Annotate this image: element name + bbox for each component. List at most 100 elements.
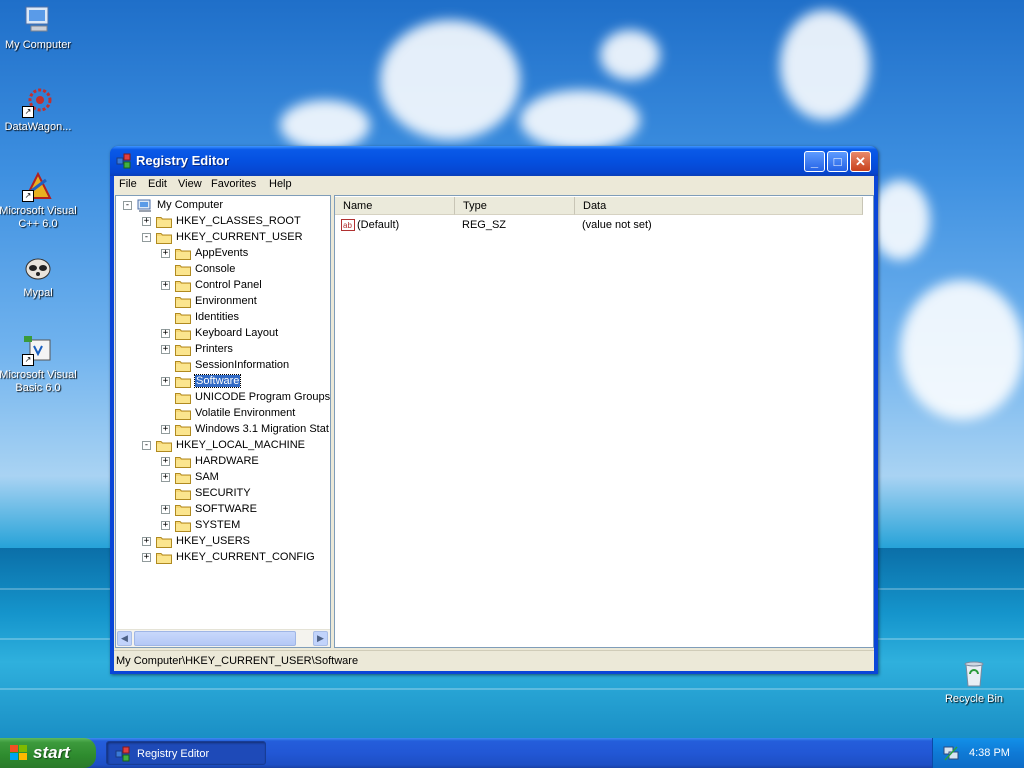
menu-edit[interactable]: Edit (148, 178, 167, 190)
menu-file[interactable]: File (119, 178, 137, 190)
folder-icon (156, 231, 172, 244)
window-title: Registry Editor (136, 153, 230, 168)
tree-item-label: HARDWARE (195, 455, 259, 467)
folder-icon (156, 215, 172, 228)
folder-icon (175, 391, 191, 404)
menu-help[interactable]: Help (269, 178, 292, 190)
folder-icon (175, 487, 191, 500)
folder-icon (175, 343, 191, 356)
minimize-button[interactable]: _ (804, 151, 825, 172)
start-button[interactable]: start (0, 738, 96, 768)
expand-icon[interactable]: + (142, 553, 151, 562)
tree-item-label: My Computer (157, 199, 224, 211)
column-header-data[interactable]: Data (575, 197, 863, 215)
desktop-icon-datawagon[interactable]: ↗ DataWagon... (0, 86, 78, 134)
desktop-icon-my-computer[interactable]: My Computer (0, 4, 78, 52)
tree-item-label: HKEY_CURRENT_CONFIG (176, 551, 315, 563)
recycle-bin-icon (958, 658, 990, 690)
svg-text:ab: ab (343, 221, 352, 230)
menu-favorites[interactable]: Favorites (211, 178, 256, 190)
desktop-icon-label: DataWagon... (4, 121, 72, 133)
desktop-icon-recycle-bin[interactable]: Recycle Bin (934, 658, 1014, 706)
windows-logo-icon (10, 745, 28, 762)
expand-icon[interactable]: + (161, 425, 170, 434)
folder-icon (175, 471, 191, 484)
tree-item-label: Environment (195, 295, 257, 307)
tree-item-label: HKEY_LOCAL_MACHINE (176, 439, 305, 451)
clock[interactable]: 4:38 PM (969, 747, 1010, 759)
title-bar[interactable]: Registry Editor _ □ ✕ (110, 146, 878, 176)
network-icon[interactable] (943, 745, 959, 764)
close-button[interactable]: ✕ (850, 151, 871, 172)
taskbar: start Registry Editor 4:38 PM (0, 738, 1024, 768)
expand-icon[interactable]: + (142, 217, 151, 226)
computer-icon (137, 199, 153, 212)
window-body: File Edit View Favorites Help - My Comput… (114, 176, 874, 671)
expand-icon[interactable]: + (142, 537, 151, 546)
tree-item-label: SessionInformation (195, 359, 290, 371)
folder-icon (175, 359, 191, 372)
expand-icon[interactable]: + (161, 457, 170, 466)
expand-icon[interactable]: + (161, 329, 170, 338)
menu-view[interactable]: View (178, 178, 202, 190)
desktop-icon-visual-cpp[interactable]: ↗ Microsoft Visual C++ 6.0 (0, 170, 78, 231)
collapse-icon[interactable]: - (123, 201, 132, 210)
folder-icon (175, 263, 191, 276)
datawagon-icon: ↗ (22, 86, 54, 118)
maximize-icon: □ (833, 154, 842, 169)
status-path: My Computer\HKEY_CURRENT_USER\Software (116, 655, 359, 667)
desktop-icon-visual-basic[interactable]: ↗ Microsoft Visual Basic 6.0 (0, 334, 78, 395)
menu-bar: File Edit View Favorites Help (114, 176, 874, 194)
folder-icon (175, 455, 191, 468)
mypal-icon (22, 252, 54, 284)
maximize-button[interactable]: □ (827, 151, 848, 172)
expand-icon[interactable]: + (161, 281, 170, 290)
tree-item-label: Software (193, 374, 242, 388)
expand-icon[interactable]: + (161, 505, 170, 514)
expand-icon[interactable]: + (161, 249, 170, 258)
registry-editor-icon (115, 746, 131, 765)
folder-icon (175, 503, 191, 516)
folder-icon (175, 519, 191, 532)
tree-item-label: Volatile Environment (195, 407, 296, 419)
tree-item-label: HKEY_USERS (176, 535, 250, 547)
visual-cpp-icon: ↗ (22, 170, 54, 202)
column-header-type[interactable]: Type (455, 197, 575, 215)
visual-basic-icon: ↗ (22, 334, 54, 366)
tree-item-label: Identities (195, 311, 240, 323)
scroll-right-button[interactable]: ▶ (313, 631, 328, 646)
desktop-icon-label: Microsoft Visual C++ 6.0 (0, 205, 77, 230)
expand-icon[interactable]: + (161, 521, 170, 530)
arrow-left-icon: ◀ (121, 633, 128, 643)
tree-item-label: AppEvents (195, 247, 249, 259)
folder-icon (175, 327, 191, 340)
column-header-name[interactable]: Name (335, 197, 455, 215)
tree-item-label: Console (195, 263, 236, 275)
folder-icon (156, 551, 172, 564)
desktop-icon-mypal[interactable]: Mypal (0, 252, 78, 300)
string-value-icon: ab (341, 219, 355, 234)
folder-icon (175, 295, 191, 308)
value-name: (Default) (357, 219, 400, 231)
my-computer-icon (22, 4, 54, 36)
expand-icon[interactable]: + (161, 473, 170, 482)
folder-icon (175, 423, 191, 436)
scroll-left-button[interactable]: ◀ (117, 631, 132, 646)
values-list[interactable]: Name Type Data ab (Default) REG_SZ (valu… (334, 195, 874, 648)
desktop-icon-label: Mypal (23, 287, 53, 299)
collapse-icon[interactable]: - (142, 441, 151, 450)
tree-item-label: Control Panel (195, 279, 262, 291)
scroll-thumb[interactable] (134, 631, 296, 646)
expand-icon[interactable]: + (161, 345, 170, 354)
tree-item-label: SYSTEM (195, 519, 241, 531)
registry-editor-window: Registry Editor _ □ ✕ File Edit View Fav… (110, 146, 878, 674)
system-tray: 4:38 PM (932, 738, 1024, 768)
tree-item-label: HKEY_CURRENT_USER (176, 231, 303, 243)
collapse-icon[interactable]: - (142, 233, 151, 242)
taskbar-item-registry-editor[interactable]: Registry Editor (106, 741, 266, 765)
tree-horizontal-scrollbar[interactable]: ◀ ▶ (116, 629, 330, 647)
expand-icon[interactable]: + (161, 377, 170, 386)
registry-tree[interactable]: - My Computer + HKEY_CLASSES_ROOT - HKEY_CURR… (115, 195, 331, 648)
tree-item-label: SAM (195, 471, 219, 483)
desktop-icon-label: Recycle Bin (944, 693, 1004, 705)
